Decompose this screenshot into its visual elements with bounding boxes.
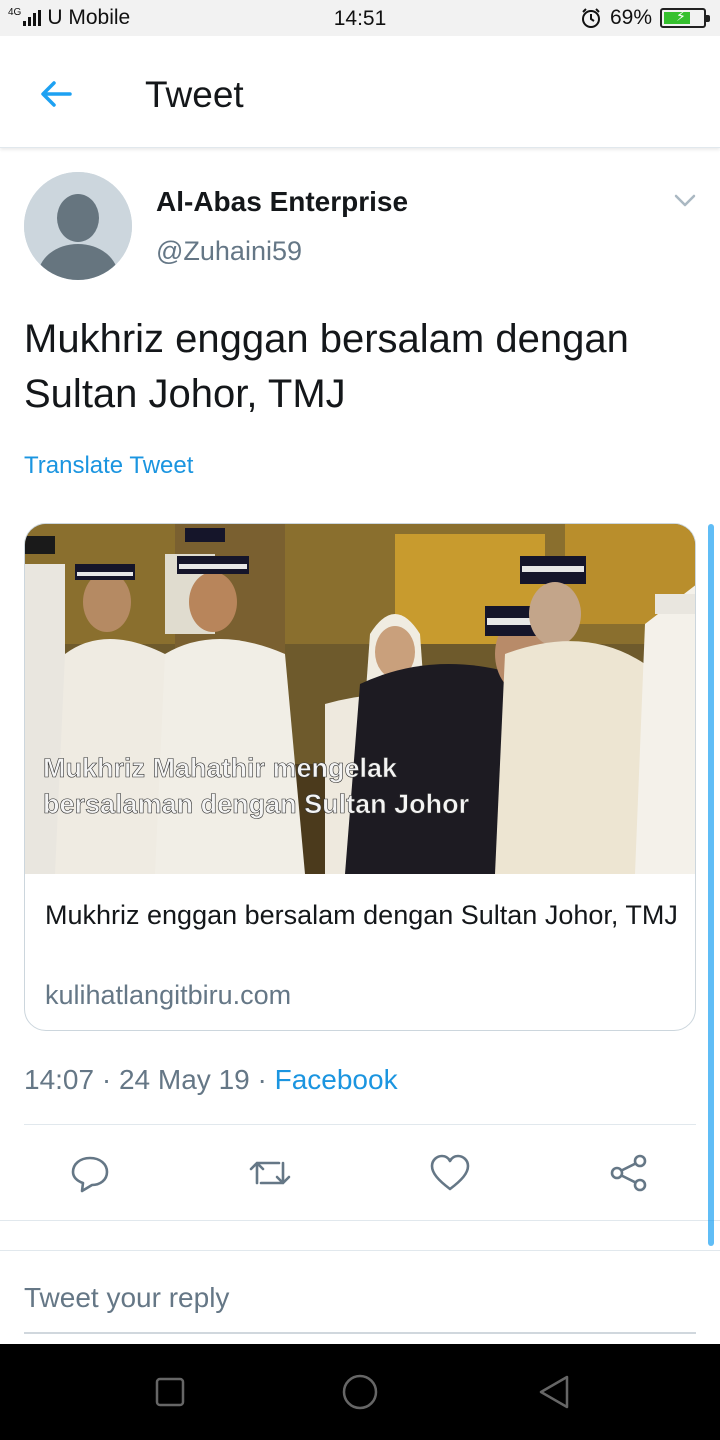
reply-icon xyxy=(71,1156,109,1193)
divider xyxy=(24,1124,696,1125)
retweet-button[interactable] xyxy=(245,1148,295,1198)
reply-input[interactable]: Tweet your reply xyxy=(24,1282,229,1314)
share-icon xyxy=(610,1154,647,1192)
chevron-down-icon xyxy=(674,194,696,207)
battery-fill xyxy=(664,8,691,25)
home-button[interactable] xyxy=(340,1372,380,1412)
tweet-menu-button[interactable] xyxy=(672,190,698,210)
scrollbar[interactable] xyxy=(708,524,714,1246)
battery-icon xyxy=(660,8,710,28)
section-gap xyxy=(0,1221,720,1251)
page-title: Tweet xyxy=(145,74,244,115)
app-header: Tweet xyxy=(0,36,720,148)
status-bar: 4G U Mobile 14:51 69% xyxy=(0,0,720,36)
navigation-bar xyxy=(0,1344,720,1440)
card-image-caption-line1: Mukhriz Mahathir mengelak xyxy=(43,753,398,783)
avatar[interactable] xyxy=(24,172,132,280)
retweet-icon xyxy=(249,1161,291,1185)
card-image: Mukhriz Mahathir mengelak bersalaman den… xyxy=(25,524,695,874)
translate-tweet-link[interactable]: Translate Tweet xyxy=(24,452,193,480)
meta-separator: · xyxy=(257,1064,267,1095)
default-profile-icon xyxy=(24,172,132,280)
like-button[interactable] xyxy=(425,1148,475,1198)
triangle-back-icon xyxy=(539,1375,569,1409)
card-image-caption-line2: bersalaman dengan Sultan Johor xyxy=(43,789,470,819)
back-nav-button[interactable] xyxy=(534,1372,574,1412)
tweet-meta: 14:07 · 24 May 19 · Facebook xyxy=(24,1064,398,1096)
back-button[interactable] xyxy=(36,74,76,114)
card-title: Mukhriz enggan bersalam dengan Sultan Jo… xyxy=(45,900,678,930)
arrow-left-icon xyxy=(41,81,72,107)
battery-percent: 69% xyxy=(609,6,652,29)
author-handle[interactable]: @Zuhaini59 xyxy=(156,236,302,267)
recents-button[interactable] xyxy=(150,1372,190,1412)
author-name[interactable]: Al-Abas Enterprise xyxy=(156,186,408,218)
status-right: 69% xyxy=(580,6,710,30)
link-card[interactable]: Mukhriz Mahathir mengelak bersalaman den… xyxy=(24,523,696,1031)
share-button[interactable] xyxy=(604,1148,654,1198)
alarm-icon xyxy=(581,8,600,28)
tweet-text: Mukhriz enggan bersalam dengan Sultan Jo… xyxy=(24,317,629,416)
tweet-time: 14:07 xyxy=(24,1064,95,1095)
meta-separator: · xyxy=(101,1064,112,1095)
square-icon xyxy=(155,1377,185,1407)
tweet-source-link[interactable]: Facebook xyxy=(275,1064,398,1095)
heart-icon xyxy=(430,1154,470,1191)
reply-input-underline xyxy=(24,1332,696,1334)
circle-icon xyxy=(342,1374,378,1410)
reply-button[interactable] xyxy=(65,1148,115,1198)
card-domain: kulihatlangitbiru.com xyxy=(45,980,292,1010)
tweet-actions xyxy=(0,1140,720,1206)
tweet-date: 24 May 19 xyxy=(118,1064,250,1095)
